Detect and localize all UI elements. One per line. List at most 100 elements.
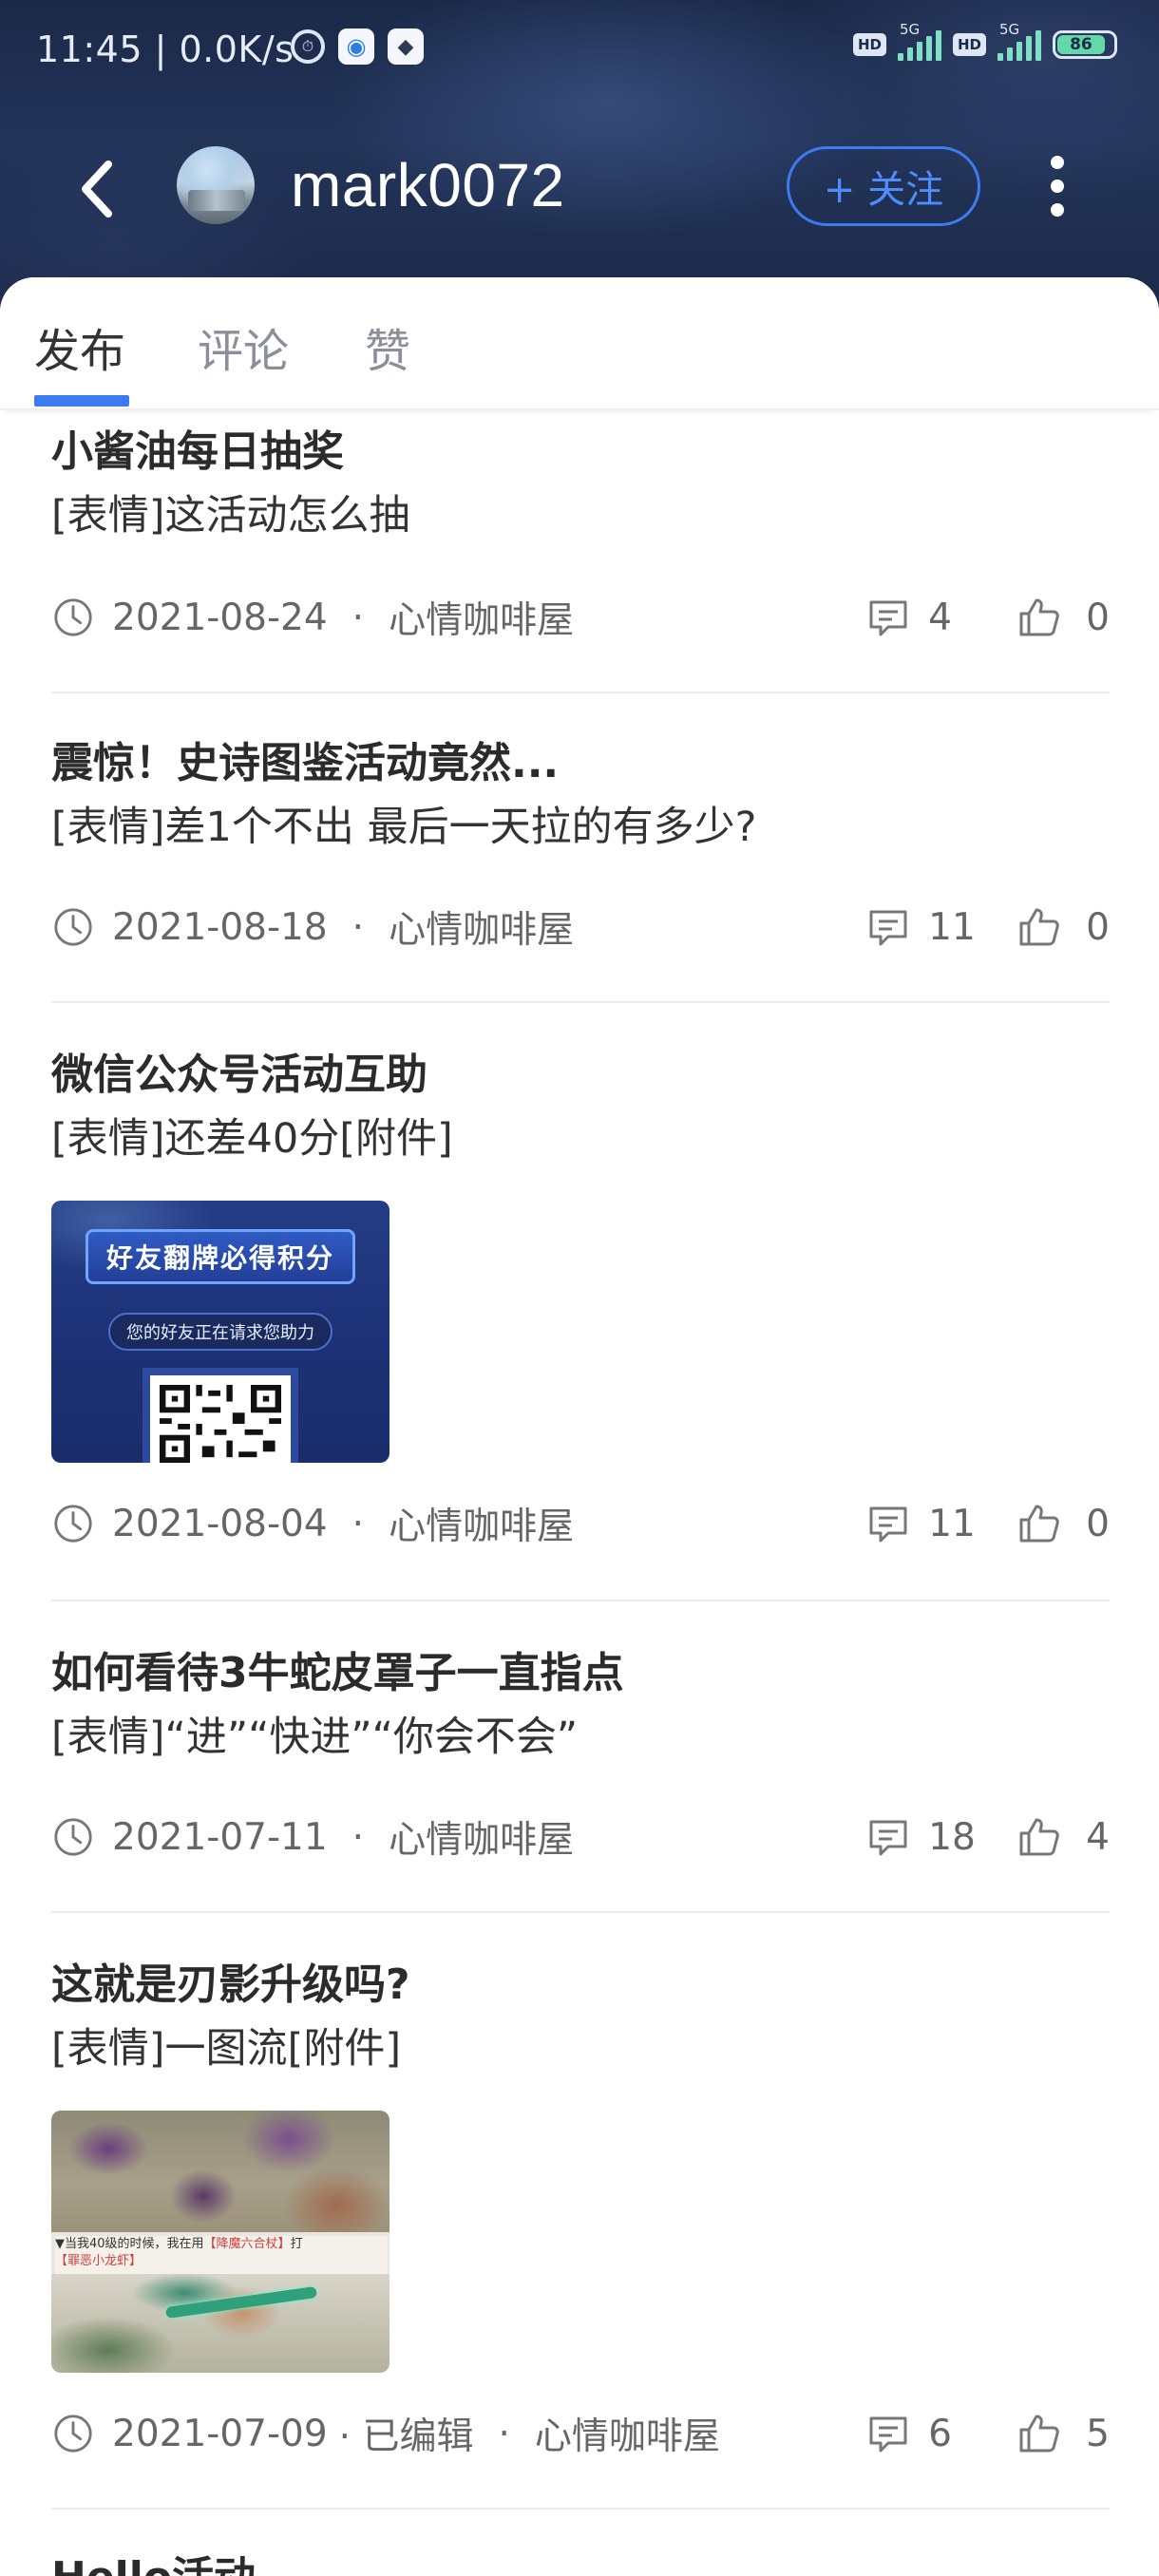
post-title: Hello活动 <box>51 2549 1110 2576</box>
divider <box>51 1001 1110 1003</box>
post-body: [表情]还差40分[附件] <box>51 1115 453 1163</box>
post-date: 2021-07-11 <box>112 1815 328 1859</box>
meta-separator: · <box>352 1815 365 1859</box>
meta-separator: · <box>352 596 365 639</box>
battery-level: 86 <box>1057 35 1105 54</box>
post-item[interactable]: 如何看待3牛蛇皮罩子一直指点 [表情]“进”“快进”“你会不会” 2021-07… <box>51 1645 1110 1873</box>
comment-icon[interactable] <box>865 595 911 640</box>
thumbs-up-icon[interactable] <box>1016 1501 1061 1546</box>
avatar[interactable] <box>177 146 255 224</box>
divider <box>51 1600 1110 1601</box>
post-meta: 2021-08-04 · 心情咖啡屋 11 0 <box>51 1495 1110 1552</box>
post-edited: · 已编辑 <box>338 2415 474 2458</box>
post-stats: 11 0 <box>865 899 1110 956</box>
battery-icon: 86 <box>1053 30 1117 59</box>
like-count: 0 <box>1086 596 1110 639</box>
post-title: 小酱油每日抽奖 <box>51 427 344 476</box>
back-button[interactable] <box>68 154 125 224</box>
more-options-button[interactable] <box>1036 150 1079 222</box>
image-art-bottom <box>51 2274 390 2373</box>
like-count: 0 <box>1086 905 1110 949</box>
comment-count: 11 <box>928 1502 976 1545</box>
signal-icon: 5G <box>897 21 941 61</box>
comment-count: 18 <box>928 1815 976 1859</box>
nav-row: mark0072 + 关注 <box>0 133 1159 247</box>
clock-icon <box>54 598 92 636</box>
post-item[interactable]: 小酱油每日抽奖 [表情]这活动怎么抽 2021-08-24 · 心情咖啡屋 4 … <box>51 424 1110 652</box>
profile-header: 11:45 | 0.0K/s ⏱ ◉ ◆ HD 5G HD 5G 86 mark… <box>0 0 1159 313</box>
divider <box>51 2508 1110 2510</box>
like-count: 5 <box>1086 2412 1110 2455</box>
comment-icon[interactable] <box>865 1501 911 1546</box>
status-icons-left: ⏱ ◉ ◆ <box>291 28 424 65</box>
post-date: 2021-07-09 <box>112 2412 328 2455</box>
network-type-label: 5G <box>999 21 1020 38</box>
post-item[interactable]: 这就是刃影升级吗? [表情]一图流[附件] ▼当我40级的时候，我在用【降魔六合… <box>51 1957 1110 2489</box>
post-meta: 2021-08-18 · 心情咖啡屋 11 0 <box>51 899 1110 956</box>
thumbs-up-icon[interactable] <box>1016 904 1061 950</box>
post-board[interactable]: 心情咖啡屋 <box>389 1810 574 1864</box>
clock-icon <box>54 1505 92 1543</box>
post-item[interactable]: 微信公众号活动互助 [表情]还差40分[附件] 好友翻牌必得积分 您的好友正在请… <box>51 1047 1110 1579</box>
comment-icon[interactable] <box>865 2411 911 2456</box>
comment-count: 4 <box>928 596 952 639</box>
post-date: 2021-08-18 <box>112 905 328 949</box>
hd-icon: HD <box>852 33 886 56</box>
image-sub-text: 您的好友正在请求您助力 <box>108 1313 332 1351</box>
post-image[interactable]: 好友翻牌必得积分 您的好友正在请求您助力 <box>51 1201 390 1463</box>
post-stats: 18 4 <box>865 1809 1110 1866</box>
post-board[interactable]: 心情咖啡屋 <box>389 900 574 954</box>
post-meta: 2021-07-11 · 心情咖啡屋 18 4 <box>51 1809 1110 1866</box>
image-art-top <box>51 2111 390 2232</box>
tab-likes[interactable]: 赞 <box>365 313 410 380</box>
post-stats: 11 0 <box>865 1495 1110 1552</box>
hd-icon: HD <box>952 33 986 56</box>
alarm-icon: ⏱ <box>291 29 325 64</box>
signal-icon: 5G <box>998 21 1041 61</box>
post-item[interactable]: Hello活动 <box>51 2549 1110 2576</box>
post-item[interactable]: 震惊！史诗图鉴活动竟然... [表情]差1个不出 最后一天拉的有多少? 2021… <box>51 735 1110 963</box>
comment-count: 6 <box>928 2412 952 2455</box>
comment-count: 11 <box>928 905 976 949</box>
post-board[interactable]: 心情咖啡屋 <box>389 1497 574 1550</box>
status-time: 11:45 | 0.0K/s <box>36 28 294 70</box>
username: mark0072 <box>291 151 565 219</box>
follow-button[interactable]: + 关注 <box>787 146 980 226</box>
tab-comments[interactable]: 评论 <box>198 313 289 380</box>
comment-icon[interactable] <box>865 904 911 950</box>
status-icons-right: HD 5G HD 5G 86 <box>852 21 1117 61</box>
image-caption: ▼当我40级的时候，我在用【降魔六合杖】打【罪恶小龙虾】 <box>55 2236 388 2274</box>
post-body: [表情]一图流[附件] <box>51 2025 402 2073</box>
post-meta: 2021-08-24 · 心情咖啡屋 4 0 <box>51 589 1110 646</box>
post-board[interactable]: 心情咖啡屋 <box>389 591 574 644</box>
tab-posts[interactable]: 发布 <box>34 313 125 380</box>
clock-icon <box>54 908 92 946</box>
app-notification-icon: ◆ <box>388 28 424 65</box>
comment-icon[interactable] <box>865 1814 911 1860</box>
thumbs-up-icon[interactable] <box>1016 1814 1061 1860</box>
post-body: [表情]这活动怎么抽 <box>51 492 410 540</box>
clock-icon <box>54 1818 92 1856</box>
meta-separator: · <box>498 2412 510 2455</box>
status-bar: 11:45 | 0.0K/s ⏱ ◉ ◆ HD 5G HD 5G 86 <box>0 0 1159 104</box>
post-image[interactable]: ▼当我40级的时候，我在用【降魔六合杖】打【罪恶小龙虾】 <box>51 2111 390 2373</box>
post-body: [表情]“进”“快进”“你会不会” <box>51 1714 579 1761</box>
app-notification-icon: ◉ <box>338 28 374 65</box>
more-vertical-icon <box>1051 156 1064 169</box>
post-title: 微信公众号活动互助 <box>51 1051 428 1099</box>
post-stats: 4 0 <box>865 589 1110 646</box>
profile-page: 11:45 | 0.0K/s ⏱ ◉ ◆ HD 5G HD 5G 86 mark… <box>0 0 1159 2576</box>
divider <box>51 1911 1110 1913</box>
post-stats: 6 5 <box>865 2405 1110 2462</box>
post-date: 2021-08-04 <box>112 1502 328 1545</box>
image-banner-text: 好友翻牌必得积分 <box>86 1229 355 1284</box>
thumbs-up-icon[interactable] <box>1016 2411 1061 2456</box>
network-type-label: 5G <box>899 21 921 38</box>
thumbs-up-icon[interactable] <box>1016 595 1061 640</box>
meta-separator: · <box>352 1502 365 1545</box>
clock-icon <box>54 2415 92 2453</box>
post-title: 这就是刃影升级吗? <box>51 1960 410 2009</box>
post-board[interactable]: 心情咖啡屋 <box>535 2407 720 2460</box>
back-arrow-icon <box>82 161 112 218</box>
post-meta: 2021-07-09 · 已编辑 · 心情咖啡屋 6 5 <box>51 2405 1110 2462</box>
